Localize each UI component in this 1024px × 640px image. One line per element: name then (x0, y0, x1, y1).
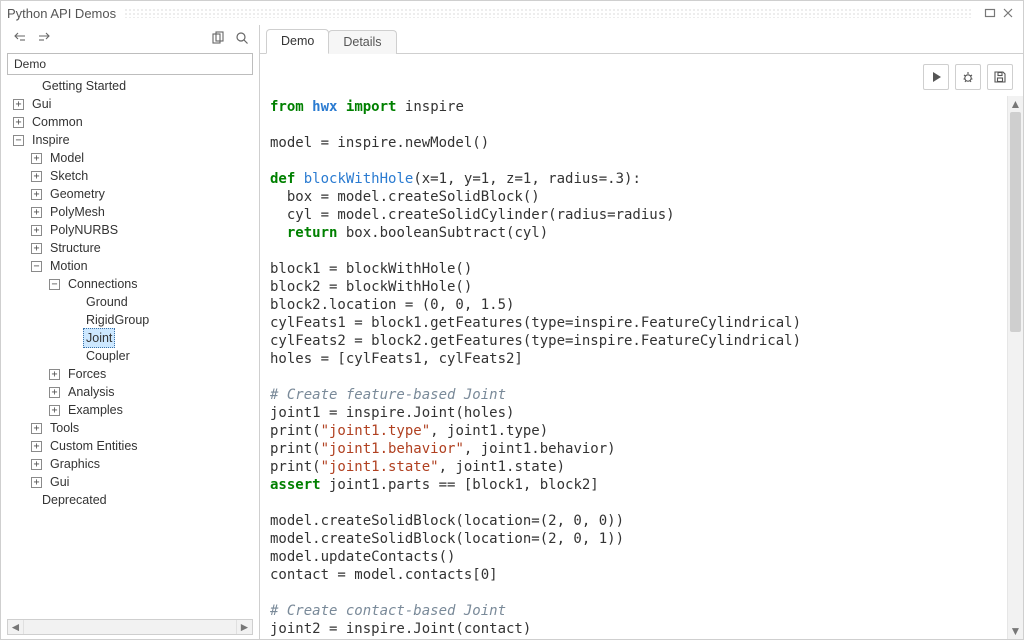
tree-item-rigidgroup[interactable]: RigidGroup (7, 311, 259, 329)
tree-item-examples[interactable]: +Examples (7, 401, 259, 419)
tree-item-gui[interactable]: +Gui (7, 95, 259, 113)
titlebar-drag-area[interactable] (124, 8, 973, 18)
tree-item-polymesh[interactable]: +PolyMesh (7, 203, 259, 221)
tree-item-coupler[interactable]: Coupler (7, 347, 259, 365)
tree: Getting Started +Gui +Common −Inspire +M… (7, 75, 259, 513)
expander-icon[interactable]: + (31, 459, 42, 470)
copy-icon[interactable] (209, 29, 227, 47)
tree-item-motion[interactable]: −Motion (7, 257, 259, 275)
expander-icon[interactable]: + (31, 153, 42, 164)
tree-item-graphics[interactable]: +Graphics (7, 455, 259, 473)
tree-item-forces[interactable]: +Forces (7, 365, 259, 383)
save-button[interactable] (987, 64, 1013, 90)
expander-icon[interactable]: + (49, 387, 60, 398)
tree-item-joint[interactable]: Joint (7, 329, 259, 347)
expander-icon[interactable]: + (31, 225, 42, 236)
tree-item-deprecated[interactable]: Deprecated (7, 491, 259, 509)
scroll-down-icon[interactable]: ▼ (1008, 623, 1023, 639)
run-button[interactable] (923, 64, 949, 90)
scroll-up-icon[interactable]: ▲ (1008, 96, 1023, 112)
expander-icon[interactable]: + (31, 477, 42, 488)
tree-item-common[interactable]: +Common (7, 113, 259, 131)
tree-item-inspire[interactable]: −Inspire (7, 131, 259, 149)
tree-item-tools[interactable]: +Tools (7, 419, 259, 437)
tree-item-gui-2[interactable]: +Gui (7, 473, 259, 491)
tree-item-sketch[interactable]: +Sketch (7, 167, 259, 185)
expander-icon[interactable]: + (31, 189, 42, 200)
expander-icon[interactable]: + (49, 405, 60, 416)
collapse-all-icon[interactable] (11, 29, 29, 47)
action-toolbar (260, 54, 1023, 96)
debug-button[interactable] (955, 64, 981, 90)
expander-icon[interactable]: + (49, 369, 60, 380)
tree-item-structure[interactable]: +Structure (7, 239, 259, 257)
expander-icon[interactable]: − (49, 279, 60, 290)
expander-icon[interactable]: + (13, 99, 24, 110)
sidebar-h-scrollbar[interactable]: ◄ ► (7, 619, 253, 635)
titlebar: Python API Demos (1, 1, 1023, 25)
expander-icon[interactable]: + (31, 171, 42, 182)
tree-item-analysis[interactable]: +Analysis (7, 383, 259, 401)
expander-icon[interactable]: + (13, 117, 24, 128)
search-icon[interactable] (233, 29, 251, 47)
scrollbar-thumb[interactable] (1010, 112, 1021, 332)
scroll-right-icon[interactable]: ► (236, 620, 252, 634)
code-v-scrollbar[interactable]: ▲ ▼ (1007, 96, 1023, 639)
close-icon[interactable] (999, 5, 1017, 21)
tree-item-model[interactable]: +Model (7, 149, 259, 167)
tree-item-ground[interactable]: Ground (7, 293, 259, 311)
maximize-icon[interactable] (981, 5, 999, 21)
tree-item-getting-started[interactable]: Getting Started (7, 77, 259, 95)
sidebar-toolbar (1, 25, 259, 51)
window-title: Python API Demos (7, 6, 116, 21)
tree-item-connections[interactable]: −Connections (7, 275, 259, 293)
tree-item-polynurbs[interactable]: +PolyNURBS (7, 221, 259, 239)
code-view[interactable]: from hwx import inspire model = inspire.… (260, 96, 1007, 639)
expander-icon[interactable]: + (31, 243, 42, 254)
tree-item-geometry[interactable]: +Geometry (7, 185, 259, 203)
expander-icon[interactable]: + (31, 207, 42, 218)
tree-header[interactable]: Demo (7, 53, 253, 75)
expand-all-icon[interactable] (35, 29, 53, 47)
scroll-left-icon[interactable]: ◄ (8, 620, 24, 634)
expander-icon[interactable]: + (31, 441, 42, 452)
tab-details[interactable]: Details (328, 30, 396, 54)
expander-icon[interactable]: − (13, 135, 24, 146)
sidebar: Demo Getting Started +Gui +Common −Inspi… (1, 25, 259, 639)
expander-icon[interactable]: − (31, 261, 42, 272)
main: Demo Details from hwx import inspire mod… (259, 25, 1023, 639)
expander-icon[interactable]: + (31, 423, 42, 434)
tab-row: Demo Details (260, 25, 1023, 54)
tree-item-custom-entities[interactable]: +Custom Entities (7, 437, 259, 455)
tab-demo[interactable]: Demo (266, 29, 329, 54)
